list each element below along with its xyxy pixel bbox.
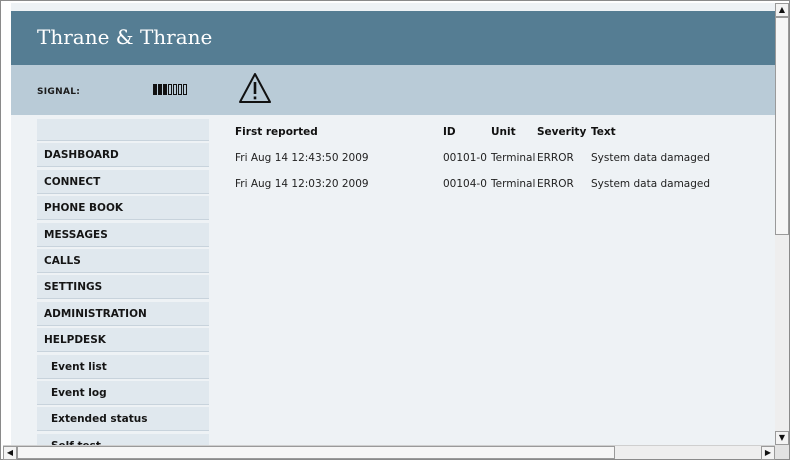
sidebar-item-blank [37, 119, 209, 141]
signal-strength-meter [153, 84, 187, 95]
status-bar: SIGNAL: [11, 65, 775, 115]
signal-bar [178, 84, 182, 95]
sidebar-item-helpdesk[interactable]: HELPDESK [37, 328, 209, 353]
scroll-left-button[interactable]: ◀ [3, 446, 17, 460]
signal-bar [168, 84, 172, 95]
cell-severity: ERROR [537, 152, 574, 164]
cell-id: 00104-0 [443, 178, 487, 190]
signal-bar [158, 84, 162, 95]
signal-label: SIGNAL: [37, 87, 81, 97]
brand-logo: Thrane & Thrane [37, 25, 213, 49]
signal-bar [163, 84, 167, 95]
scroll-down-button[interactable]: ▼ [775, 431, 789, 445]
sidebar-nav: DASHBOARD CONNECT PHONE BOOK MESSAGES CA… [37, 119, 209, 445]
column-header-id: ID [443, 126, 456, 138]
page-viewport: Thrane & Thrane SIGNAL: DASHBOARD CONNEC… [3, 3, 775, 445]
sidebar-item-messages[interactable]: MESSAGES [37, 222, 209, 247]
column-header-first-reported: First reported [235, 126, 318, 138]
signal-bar [183, 84, 187, 95]
column-header-text: Text [591, 126, 616, 138]
sidebar-item-dashboard[interactable]: DASHBOARD [37, 143, 209, 168]
warning-icon[interactable] [237, 71, 273, 105]
web-page: Thrane & Thrane SIGNAL: DASHBOARD CONNEC… [11, 3, 775, 445]
cell-first-reported: Fri Aug 14 12:03:20 2009 [235, 178, 369, 190]
sidebar-item-settings[interactable]: SETTINGS [37, 275, 209, 300]
sidebar-item-event-list[interactable]: Event list [37, 354, 209, 379]
cell-severity: ERROR [537, 178, 574, 190]
cell-first-reported: Fri Aug 14 12:43:50 2009 [235, 152, 369, 164]
sidebar-item-self-test[interactable]: Self test [37, 433, 209, 445]
cell-text: System data damaged [591, 152, 711, 164]
cell-id: 00101-0 [443, 152, 487, 164]
column-header-unit: Unit [491, 126, 516, 138]
sidebar-item-event-log[interactable]: Event log [37, 380, 209, 405]
scroll-right-button[interactable]: ▶ [761, 446, 775, 460]
sidebar-item-phone-book[interactable]: PHONE BOOK [37, 196, 209, 221]
vertical-scroll-thumb[interactable] [775, 17, 789, 235]
sidebar-item-calls[interactable]: CALLS [37, 248, 209, 273]
cell-unit: Terminal [491, 178, 536, 190]
browser-frame: Thrane & Thrane SIGNAL: DASHBOARD CONNEC… [0, 0, 790, 460]
header-bar: Thrane & Thrane [11, 11, 775, 65]
sidebar-item-administration[interactable]: ADMINISTRATION [37, 301, 209, 326]
scroll-up-button[interactable]: ▲ [775, 3, 789, 17]
signal-bar [153, 84, 157, 95]
horizontal-scrollbar[interactable]: ◀ ▶ [3, 445, 775, 460]
vertical-scrollbar[interactable]: ▲ ▼ [775, 3, 789, 445]
column-header-severity: Severity [537, 126, 587, 138]
cell-text: System data damaged [591, 178, 711, 190]
sidebar-item-connect[interactable]: CONNECT [37, 169, 209, 194]
horizontal-scroll-thumb[interactable] [17, 446, 615, 459]
scrollbar-corner [775, 445, 789, 459]
signal-bar [173, 84, 177, 95]
sidebar-item-extended-status[interactable]: Extended status [37, 407, 209, 432]
cell-unit: Terminal [491, 152, 536, 164]
